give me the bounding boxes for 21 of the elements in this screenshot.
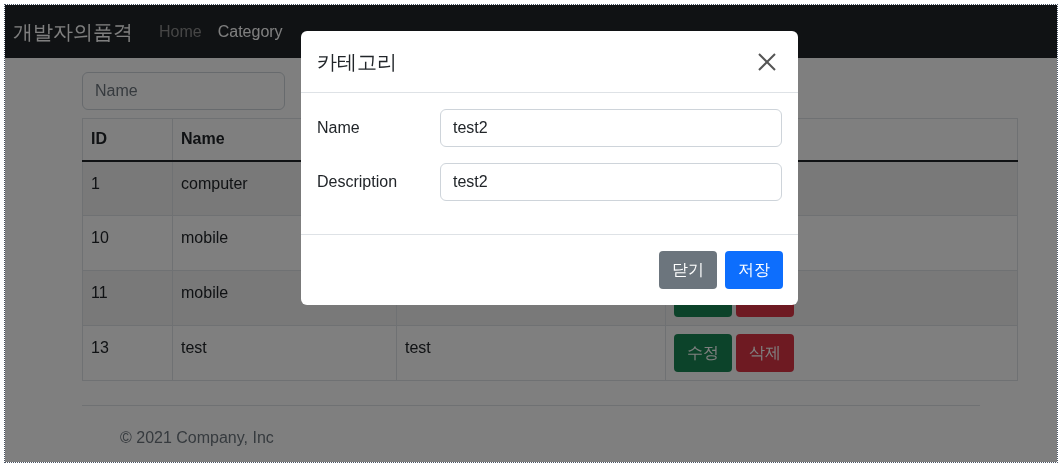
- table-cell: 10: [82, 215, 173, 271]
- text-field[interactable]: test2: [440, 163, 782, 201]
- column-header: ID: [82, 118, 173, 161]
- field-label: Name: [317, 118, 361, 138]
- table-cell: 1: [82, 160, 173, 216]
- field-label: Description: [317, 172, 399, 192]
- modal-title: 카테고리: [317, 49, 397, 75]
- table-cell: 11: [82, 270, 173, 326]
- close-icon[interactable]: [758, 52, 776, 71]
- brand-logo[interactable]: 개발자의품격: [13, 16, 133, 47]
- edit-button[interactable]: 수정: [674, 334, 732, 372]
- table-cell: test: [172, 325, 397, 381]
- text-field[interactable]: test2: [440, 109, 782, 147]
- footer-text: © 2021 Company, Inc: [120, 429, 274, 446]
- table-cell: 13: [82, 325, 173, 381]
- save-button[interactable]: 저장: [725, 251, 783, 289]
- close-button[interactable]: 닫기: [659, 251, 717, 289]
- search-field[interactable]: Name: [82, 72, 285, 110]
- delete-button[interactable]: 삭제: [736, 334, 794, 372]
- nav-link[interactable]: Category: [217, 19, 283, 44]
- table-cell: test: [396, 325, 666, 381]
